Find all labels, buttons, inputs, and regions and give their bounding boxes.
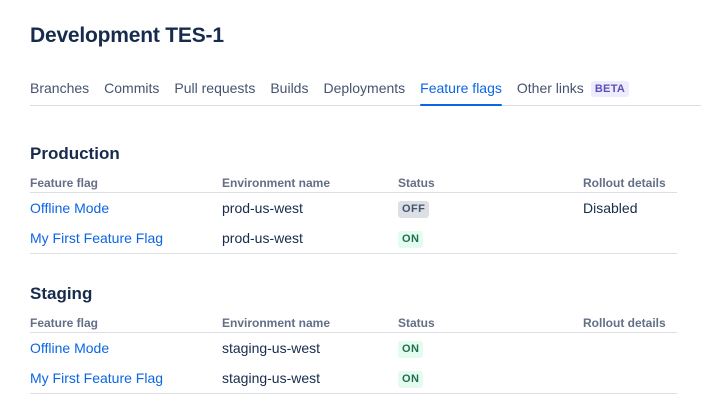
column-header-environment-name: Environment name (222, 176, 398, 191)
tab-commits[interactable]: Commits (104, 80, 159, 105)
tab-builds[interactable]: Builds (270, 80, 308, 105)
environment-name-cell: prod-us-west (222, 230, 398, 246)
column-header-feature-flag: Feature flag (30, 176, 222, 191)
tab-bar: Branches Commits Pull requests Builds De… (30, 80, 701, 106)
section-production: Production Feature flag Environment name… (30, 143, 677, 254)
table-body: Offline Mode staging-us-west ON My First… (30, 333, 677, 393)
section-staging: Staging Feature flag Environment name St… (30, 283, 677, 394)
status-badge-on: ON (398, 231, 423, 248)
table-row: My First Feature Flag staging-us-west ON (30, 363, 677, 393)
tab-branches[interactable]: Branches (30, 80, 89, 105)
tab-other-links-label: Other links (517, 80, 584, 97)
tab-pull-requests[interactable]: Pull requests (174, 80, 255, 105)
status-badge-on: ON (398, 371, 423, 388)
table-header-row: Feature flag Environment name Status Rol… (30, 176, 677, 193)
environment-name-cell: prod-us-west (222, 200, 398, 216)
column-header-feature-flag: Feature flag (30, 316, 222, 331)
section-heading-production: Production (30, 143, 677, 164)
column-header-status: Status (398, 316, 583, 331)
environment-name-cell: staging-us-west (222, 340, 398, 356)
beta-badge: BETA (591, 81, 629, 97)
status-badge-on: ON (398, 341, 423, 358)
table-header-row: Feature flag Environment name Status Rol… (30, 316, 677, 333)
column-header-status: Status (398, 176, 583, 191)
section-heading-staging: Staging (30, 283, 677, 304)
tab-feature-flags[interactable]: Feature flags (420, 80, 502, 105)
feature-flag-link[interactable]: Offline Mode (30, 340, 109, 356)
page-title: Development TES-1 (30, 23, 677, 49)
column-header-environment-name: Environment name (222, 316, 398, 331)
feature-flag-link[interactable]: My First Feature Flag (30, 370, 163, 386)
rollout-details-cell: Disabled (583, 200, 677, 216)
column-header-rollout-details: Rollout details (583, 176, 677, 191)
table-body: Offline Mode prod-us-west OFF Disabled M… (30, 193, 677, 253)
feature-flags-panel: Development TES-1 Branches Commits Pull … (0, 23, 705, 394)
status-badge-off: OFF (398, 201, 429, 218)
column-header-rollout-details: Rollout details (583, 316, 677, 331)
table-row: Offline Mode staging-us-west ON (30, 333, 677, 363)
tab-other-links[interactable]: Other links BETA (517, 80, 629, 105)
production-flags-table: Feature flag Environment name Status Rol… (30, 176, 677, 254)
feature-flag-link[interactable]: My First Feature Flag (30, 230, 163, 246)
table-row: Offline Mode prod-us-west OFF Disabled (30, 193, 677, 223)
environment-name-cell: staging-us-west (222, 370, 398, 386)
staging-flags-table: Feature flag Environment name Status Rol… (30, 316, 677, 394)
tab-deployments[interactable]: Deployments (323, 80, 405, 105)
feature-flag-link[interactable]: Offline Mode (30, 200, 109, 216)
table-row: My First Feature Flag prod-us-west ON (30, 223, 677, 253)
